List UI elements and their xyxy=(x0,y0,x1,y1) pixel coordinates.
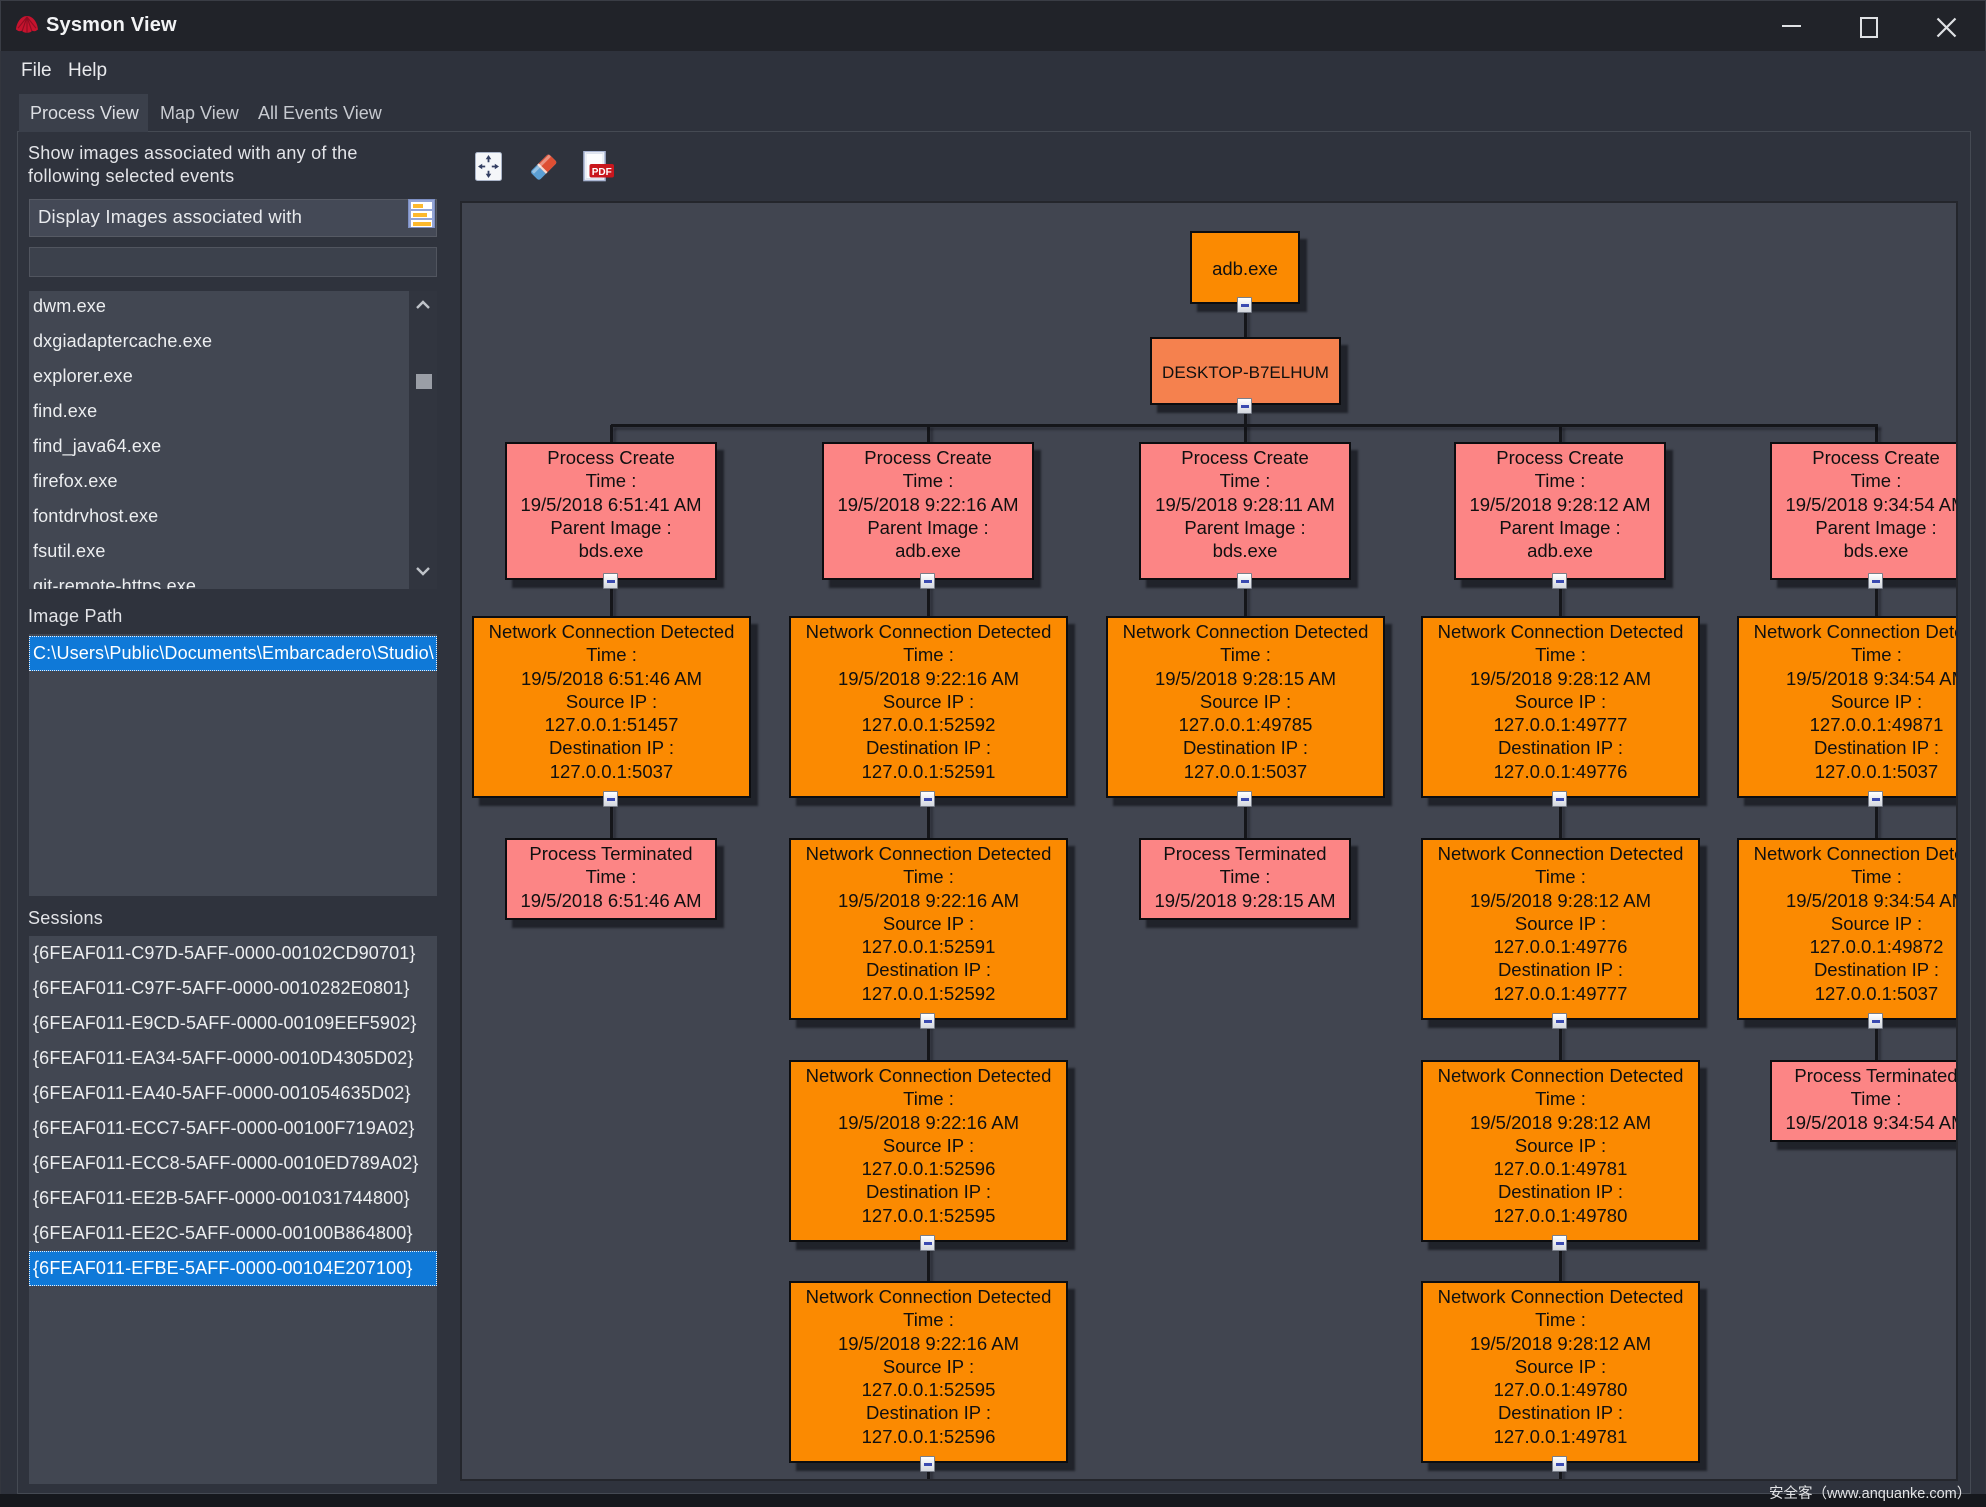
svg-text:PDF: PDF xyxy=(592,167,612,178)
